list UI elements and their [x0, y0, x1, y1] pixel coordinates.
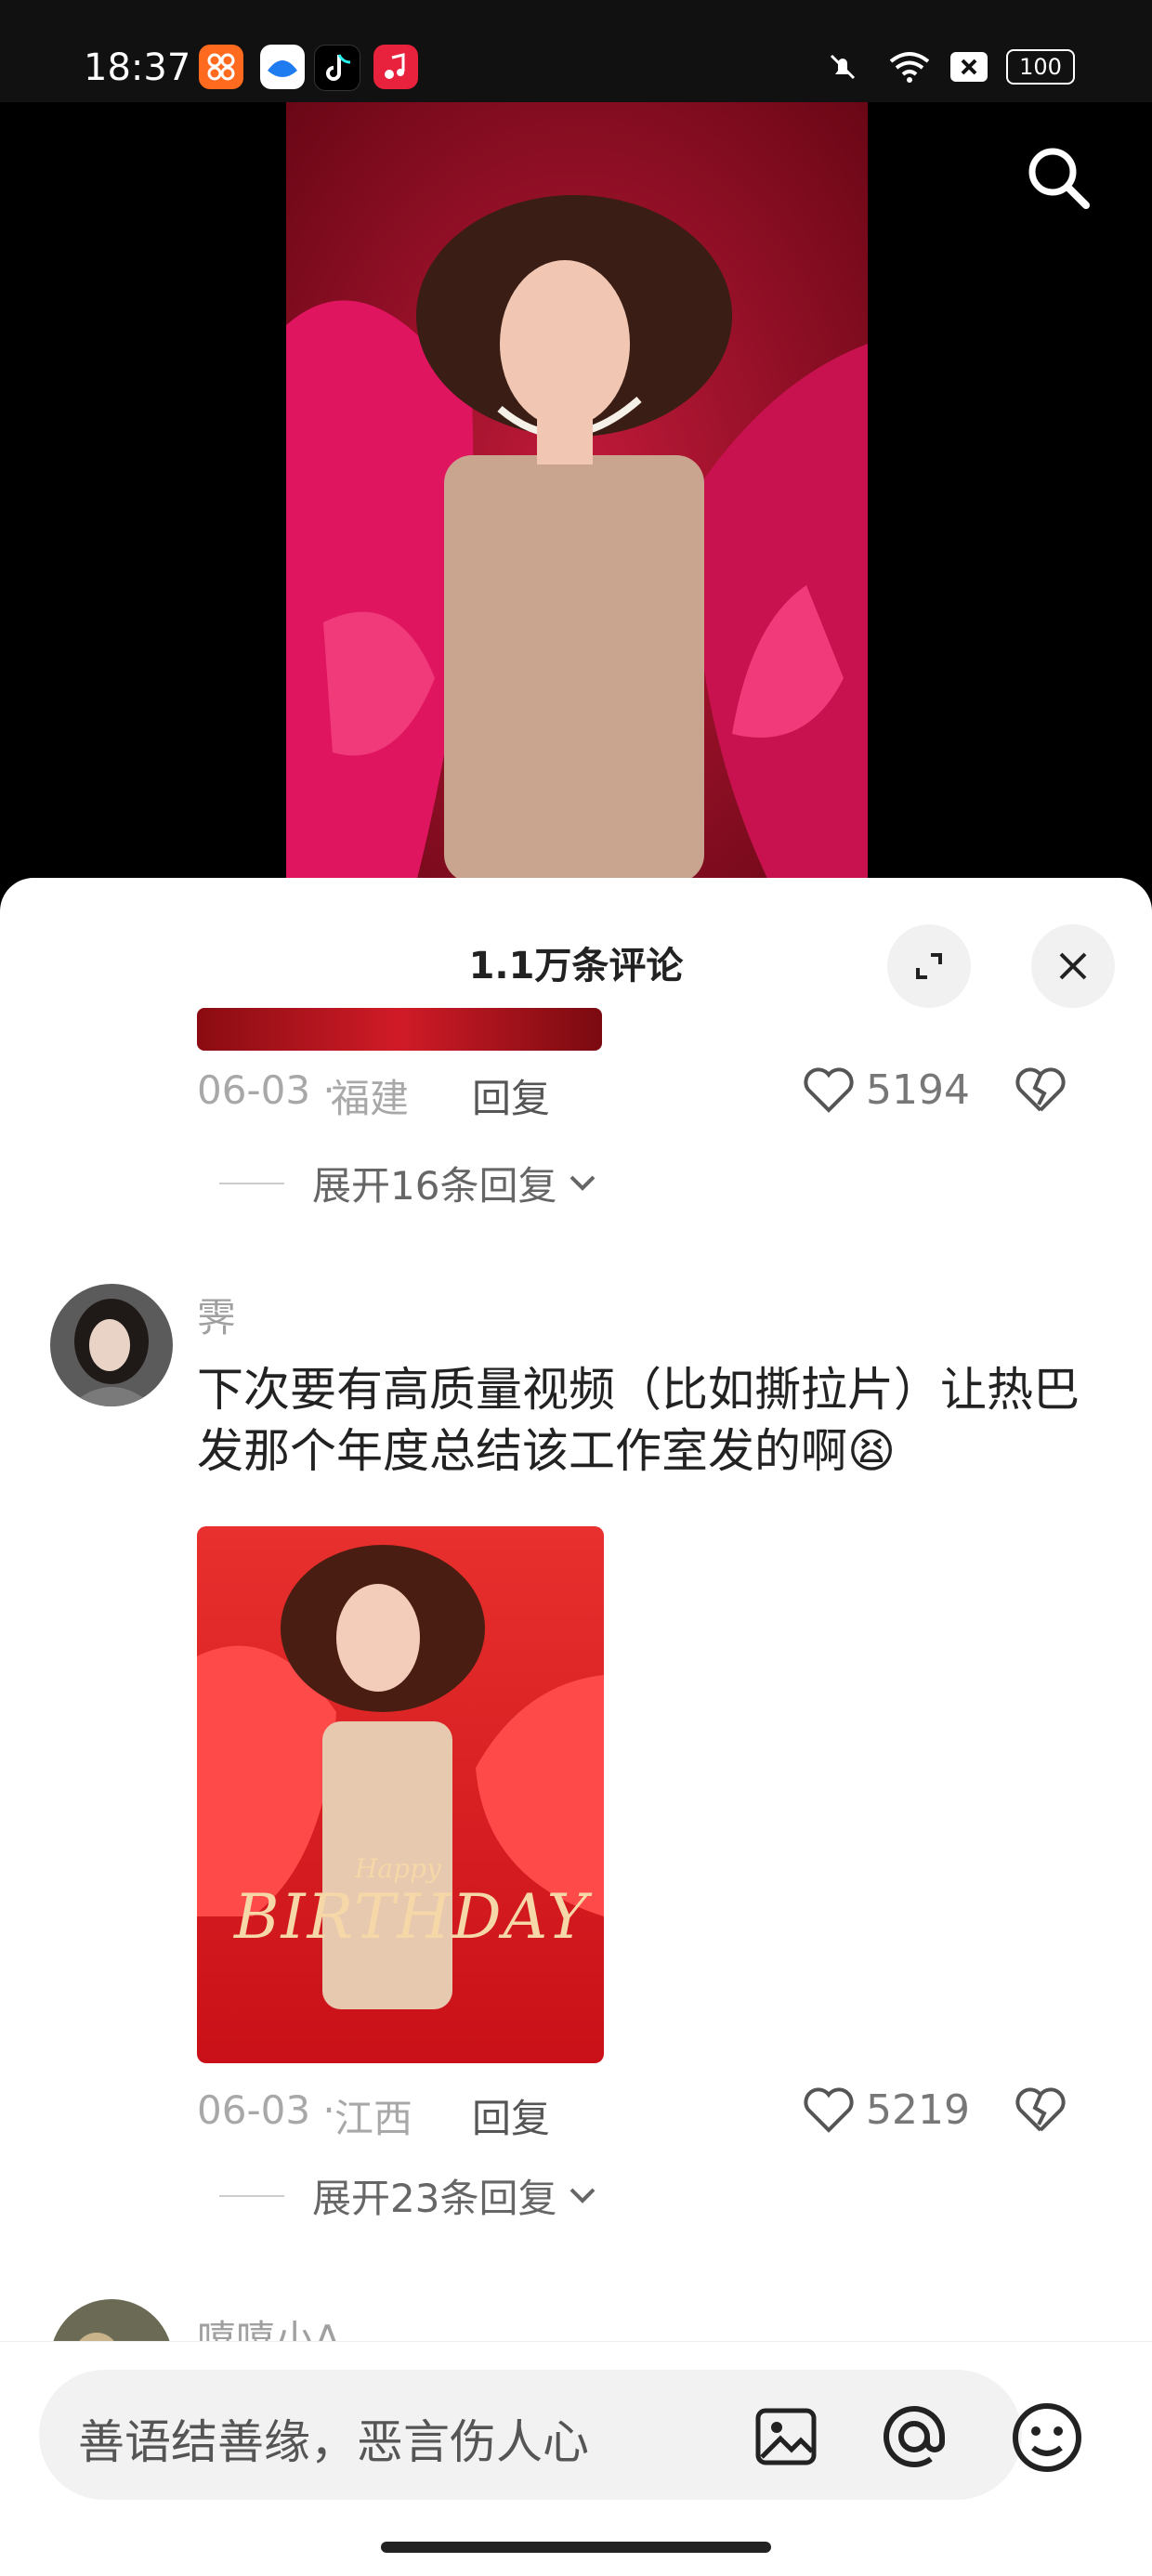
- battery-level: 100: [1006, 49, 1075, 85]
- broken-heart-icon: [1015, 1067, 1066, 1112]
- like-count: 5219: [866, 2086, 970, 2134]
- search-button[interactable]: [1008, 132, 1106, 221]
- home-indicator[interactable]: [381, 2542, 771, 2553]
- like-button[interactable]: 5219: [801, 2084, 970, 2136]
- battery-icon: 100: [1003, 46, 1078, 87]
- app-orange-icon: [199, 45, 243, 89]
- fullscreen-button[interactable]: [887, 924, 971, 1008]
- comment-date: 06-03 ·: [197, 2087, 335, 2133]
- expand-replies-button[interactable]: 展开23条回复: [219, 2167, 599, 2224]
- status-time: 18:37: [84, 46, 191, 89]
- close-button[interactable]: [1031, 924, 1115, 1008]
- comment-location: 江西: [334, 2096, 413, 2141]
- like-count: 5194: [866, 1066, 970, 1114]
- expand-replies-label: 展开23条回复: [312, 2176, 557, 2221]
- heart-icon: [804, 2087, 854, 2133]
- chevron-down-icon: [570, 2188, 596, 2203]
- comment-text: 下次要有高质量视频（比如撕拉片）让热巴发那个年度总结该工作室发的啊😫: [197, 1363, 1080, 1478]
- like-button[interactable]: 5194: [801, 1064, 970, 1116]
- mention-button[interactable]: [877, 2399, 951, 2474]
- comment-image[interactable]: Happy BIRTHDAY: [197, 1526, 604, 2063]
- app-blue-icon: [260, 45, 305, 89]
- divider-line: [219, 2194, 284, 2197]
- at-icon: [884, 2406, 945, 2467]
- heart-icon: [804, 1067, 854, 1113]
- expand-replies-label: 展开16条回复: [312, 1163, 557, 1209]
- music-icon: [373, 45, 418, 89]
- video-player[interactable]: [0, 102, 1152, 883]
- image-caption-big: BIRTHDAY: [234, 1881, 590, 1953]
- comment-username[interactable]: 霁: [197, 1287, 236, 1343]
- dislike-button[interactable]: [1013, 2084, 1068, 2139]
- comment-location: 福建: [331, 1076, 410, 1121]
- image-caption-small: Happy: [355, 1853, 441, 1884]
- close-icon: [1059, 952, 1087, 980]
- sim-x-icon: [946, 46, 992, 87]
- comment-input[interactable]: 善语结善缘，恶言伤人心: [39, 2370, 1022, 2500]
- emoji-icon: [1013, 2403, 1081, 2472]
- image-picker-button[interactable]: [749, 2399, 823, 2474]
- expand-replies-button[interactable]: 展开16条回复: [219, 1155, 599, 1211]
- wifi-icon: [883, 46, 936, 87]
- image-icon: [755, 2408, 817, 2465]
- tiktok-icon: [314, 45, 360, 91]
- broken-heart-icon: [1015, 2087, 1066, 2132]
- comment-date: 06-03 ·: [197, 1067, 335, 1113]
- reply-button[interactable]: 回复: [472, 2087, 550, 2144]
- emoji-button[interactable]: [1007, 2398, 1087, 2478]
- search-icon: [1028, 148, 1090, 209]
- mute-icon: [818, 46, 868, 87]
- reply-button[interactable]: 回复: [472, 1067, 550, 1124]
- dislike-button[interactable]: [1013, 1064, 1068, 1119]
- expand-icon: [916, 953, 942, 979]
- status-bar: 18:37 100: [0, 0, 1152, 102]
- video-frame[interactable]: [286, 102, 868, 883]
- chevron-down-icon: [570, 1175, 596, 1191]
- comments-count-title: 1.1万条评论: [468, 945, 684, 987]
- comment-input-placeholder: 善语结善缘，恶言伤人心: [78, 2415, 589, 2469]
- avatar[interactable]: [50, 1284, 173, 1406]
- divider-line: [219, 1182, 284, 1184]
- comment-image[interactable]: [197, 1008, 602, 1051]
- comments-sheet: 1.1万条评论 06-03 · 福建 回复 5194 展开16条回复 霁 下次要…: [0, 878, 1152, 2575]
